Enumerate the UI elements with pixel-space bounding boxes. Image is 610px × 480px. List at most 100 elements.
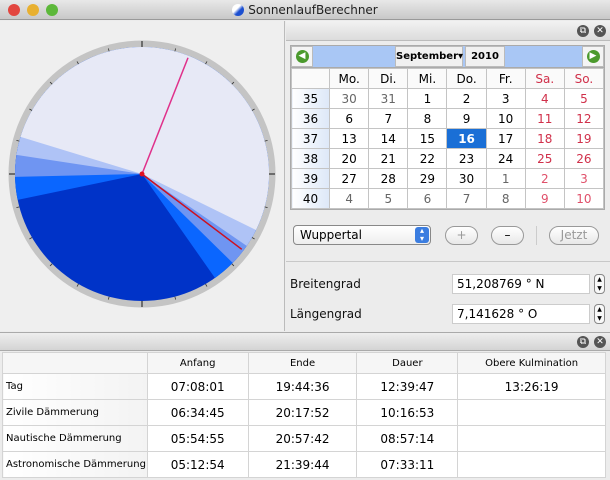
column-header: Dauer [356, 352, 459, 374]
detach-icon[interactable]: ⧉ [577, 25, 589, 37]
weekday-header: Sa. [524, 68, 565, 89]
calendar-day[interactable]: 19 [563, 128, 605, 149]
calendar-day[interactable]: 31 [368, 88, 409, 109]
weekday-header: Di. [368, 68, 409, 89]
calendar-day[interactable]: 6 [407, 188, 448, 209]
calendar-day[interactable]: 2 [524, 168, 565, 189]
table-cell: 21:39:44 [247, 451, 358, 478]
calendar-day[interactable]: 9 [524, 188, 565, 209]
results-table: Anfang Ende Dauer Obere Kulmination Tag 07:08… [2, 352, 606, 478]
calendar-day[interactable]: 18 [524, 128, 565, 149]
calendar-day[interactable]: 11 [524, 108, 565, 129]
calendar-day[interactable]: 30 [329, 88, 370, 109]
calendar-week-row: 36 6 7 8 9 10 11 12 [290, 108, 605, 129]
results-panel-toolbar: ⧉ ✕ [0, 332, 610, 351]
calendar-day[interactable]: 8 [407, 108, 448, 129]
calendar-day[interactable]: 30 [446, 168, 487, 189]
arrow-right-icon: ▶ [586, 50, 600, 63]
month-select[interactable]: September▾ [395, 46, 463, 67]
calendar-day[interactable]: 23 [446, 148, 487, 169]
calendar-day[interactable]: 4 [524, 88, 565, 109]
week-number: 35 [290, 88, 331, 109]
latitude-field[interactable]: 51,208769 ° N [452, 274, 590, 294]
calendar-day[interactable]: 16 [446, 128, 487, 149]
calendar-day[interactable]: 5 [368, 188, 409, 209]
calendar-day[interactable]: 8 [485, 188, 526, 209]
calendar-day[interactable]: 6 [329, 108, 370, 129]
weekday-header: Do. [446, 68, 487, 89]
latitude-stepper[interactable]: ▲ ▼ [594, 274, 605, 294]
add-location-button[interactable]: + [445, 226, 478, 245]
row-label: Nautische Dämmerung [2, 425, 148, 452]
calendar-day[interactable]: 2 [446, 88, 487, 109]
calendar-day[interactable]: 28 [368, 168, 409, 189]
table-cell: 05:54:55 [146, 425, 249, 452]
app-icon [232, 4, 245, 16]
longitude-field[interactable]: 7,141628 ° O [452, 304, 590, 324]
calendar-day[interactable]: 10 [563, 188, 605, 209]
column-header: Anfang [146, 352, 249, 374]
calendar-day[interactable]: 3 [563, 168, 605, 189]
calendar-day[interactable]: 5 [563, 88, 605, 109]
row-label: Astronomische Dämmerung [2, 451, 148, 478]
table-row: Nautische Dämmerung 05:54:55 20:57:42 08:57… [2, 425, 606, 452]
weekday-header: Mi. [407, 68, 448, 89]
divider [286, 261, 610, 262]
calendar-day[interactable]: 20 [329, 148, 370, 169]
calendar-day[interactable]: 13 [329, 128, 370, 149]
week-number: 39 [290, 168, 331, 189]
arrow-left-icon: ◀ [295, 50, 309, 63]
row-label: Zivile Dämmerung [2, 399, 148, 426]
calendar-day[interactable]: 27 [329, 168, 370, 189]
calendar-week-row: 35 30 31 1 2 3 4 5 [290, 88, 605, 109]
title-bar: SonnenlaufBerechner [0, 0, 610, 20]
column-header: Ende [247, 352, 358, 374]
calendar-day[interactable]: 4 [329, 188, 370, 209]
calendar-day[interactable]: 22 [407, 148, 448, 169]
calendar-day[interactable]: 1 [407, 88, 448, 109]
calendar-day[interactable]: 24 [485, 148, 526, 169]
calendar-day[interactable]: 3 [485, 88, 526, 109]
calendar-day[interactable]: 21 [368, 148, 409, 169]
year-field[interactable]: 2010 [465, 46, 505, 67]
detach-icon[interactable]: ⧉ [577, 336, 589, 348]
calendar-day[interactable]: 14 [368, 128, 409, 149]
column-header [2, 352, 148, 374]
city-select[interactable]: Wuppertal ▴ ▾ [293, 225, 431, 245]
column-header: Obere Kulmination [457, 352, 606, 374]
calendar-day[interactable]: 10 [485, 108, 526, 129]
now-button[interactable]: Jetzt [549, 226, 599, 245]
minimize-window-button[interactable] [27, 4, 39, 16]
zoom-window-button[interactable] [46, 4, 58, 16]
close-panel-icon[interactable]: ✕ [594, 336, 606, 348]
table-cell [457, 425, 606, 452]
table-cell: 20:57:42 [247, 425, 358, 452]
weekday-header: Mo. [329, 68, 370, 89]
calendar: ◀ September▾ 2010 ▶ Mo. Di. Mi. Do. Fr. Sa. So… [290, 45, 605, 210]
calendar-day[interactable]: 12 [563, 108, 605, 129]
remove-location-button[interactable]: – [491, 226, 524, 245]
prev-month-button[interactable]: ◀ [291, 46, 313, 67]
sun-dial [8, 40, 276, 308]
next-month-button[interactable]: ▶ [582, 46, 604, 67]
calendar-day[interactable]: 7 [446, 188, 487, 209]
calendar-day[interactable]: 1 [485, 168, 526, 189]
week-number: 38 [290, 148, 331, 169]
right-panel-toolbar: ⧉ ✕ [286, 21, 610, 41]
calendar-day[interactable]: 17 [485, 128, 526, 149]
calendar-week-row: 38 20 21 22 23 24 25 26 [290, 148, 605, 169]
calendar-week-row: 37 13 14 15 16 17 18 19 [290, 128, 605, 149]
calendar-day[interactable]: 29 [407, 168, 448, 189]
calendar-day[interactable]: 26 [563, 148, 605, 169]
calendar-day[interactable]: 15 [407, 128, 448, 149]
calendar-day[interactable]: 25 [524, 148, 565, 169]
calendar-day[interactable]: 7 [368, 108, 409, 129]
longitude-stepper[interactable]: ▲ ▼ [594, 304, 605, 324]
close-panel-icon[interactable]: ✕ [594, 25, 606, 37]
table-cell: 05:12:54 [146, 451, 249, 478]
calendar-grid: Mo. Di. Mi. Do. Fr. Sa. So. 35 30 31 1 2 3 4 5 36 6 7 8 9 10… [290, 68, 605, 209]
table-cell: 20:17:52 [247, 399, 358, 426]
close-window-button[interactable] [8, 4, 20, 16]
longitude-label: Längengrad [290, 307, 362, 321]
calendar-day[interactable]: 9 [446, 108, 487, 129]
